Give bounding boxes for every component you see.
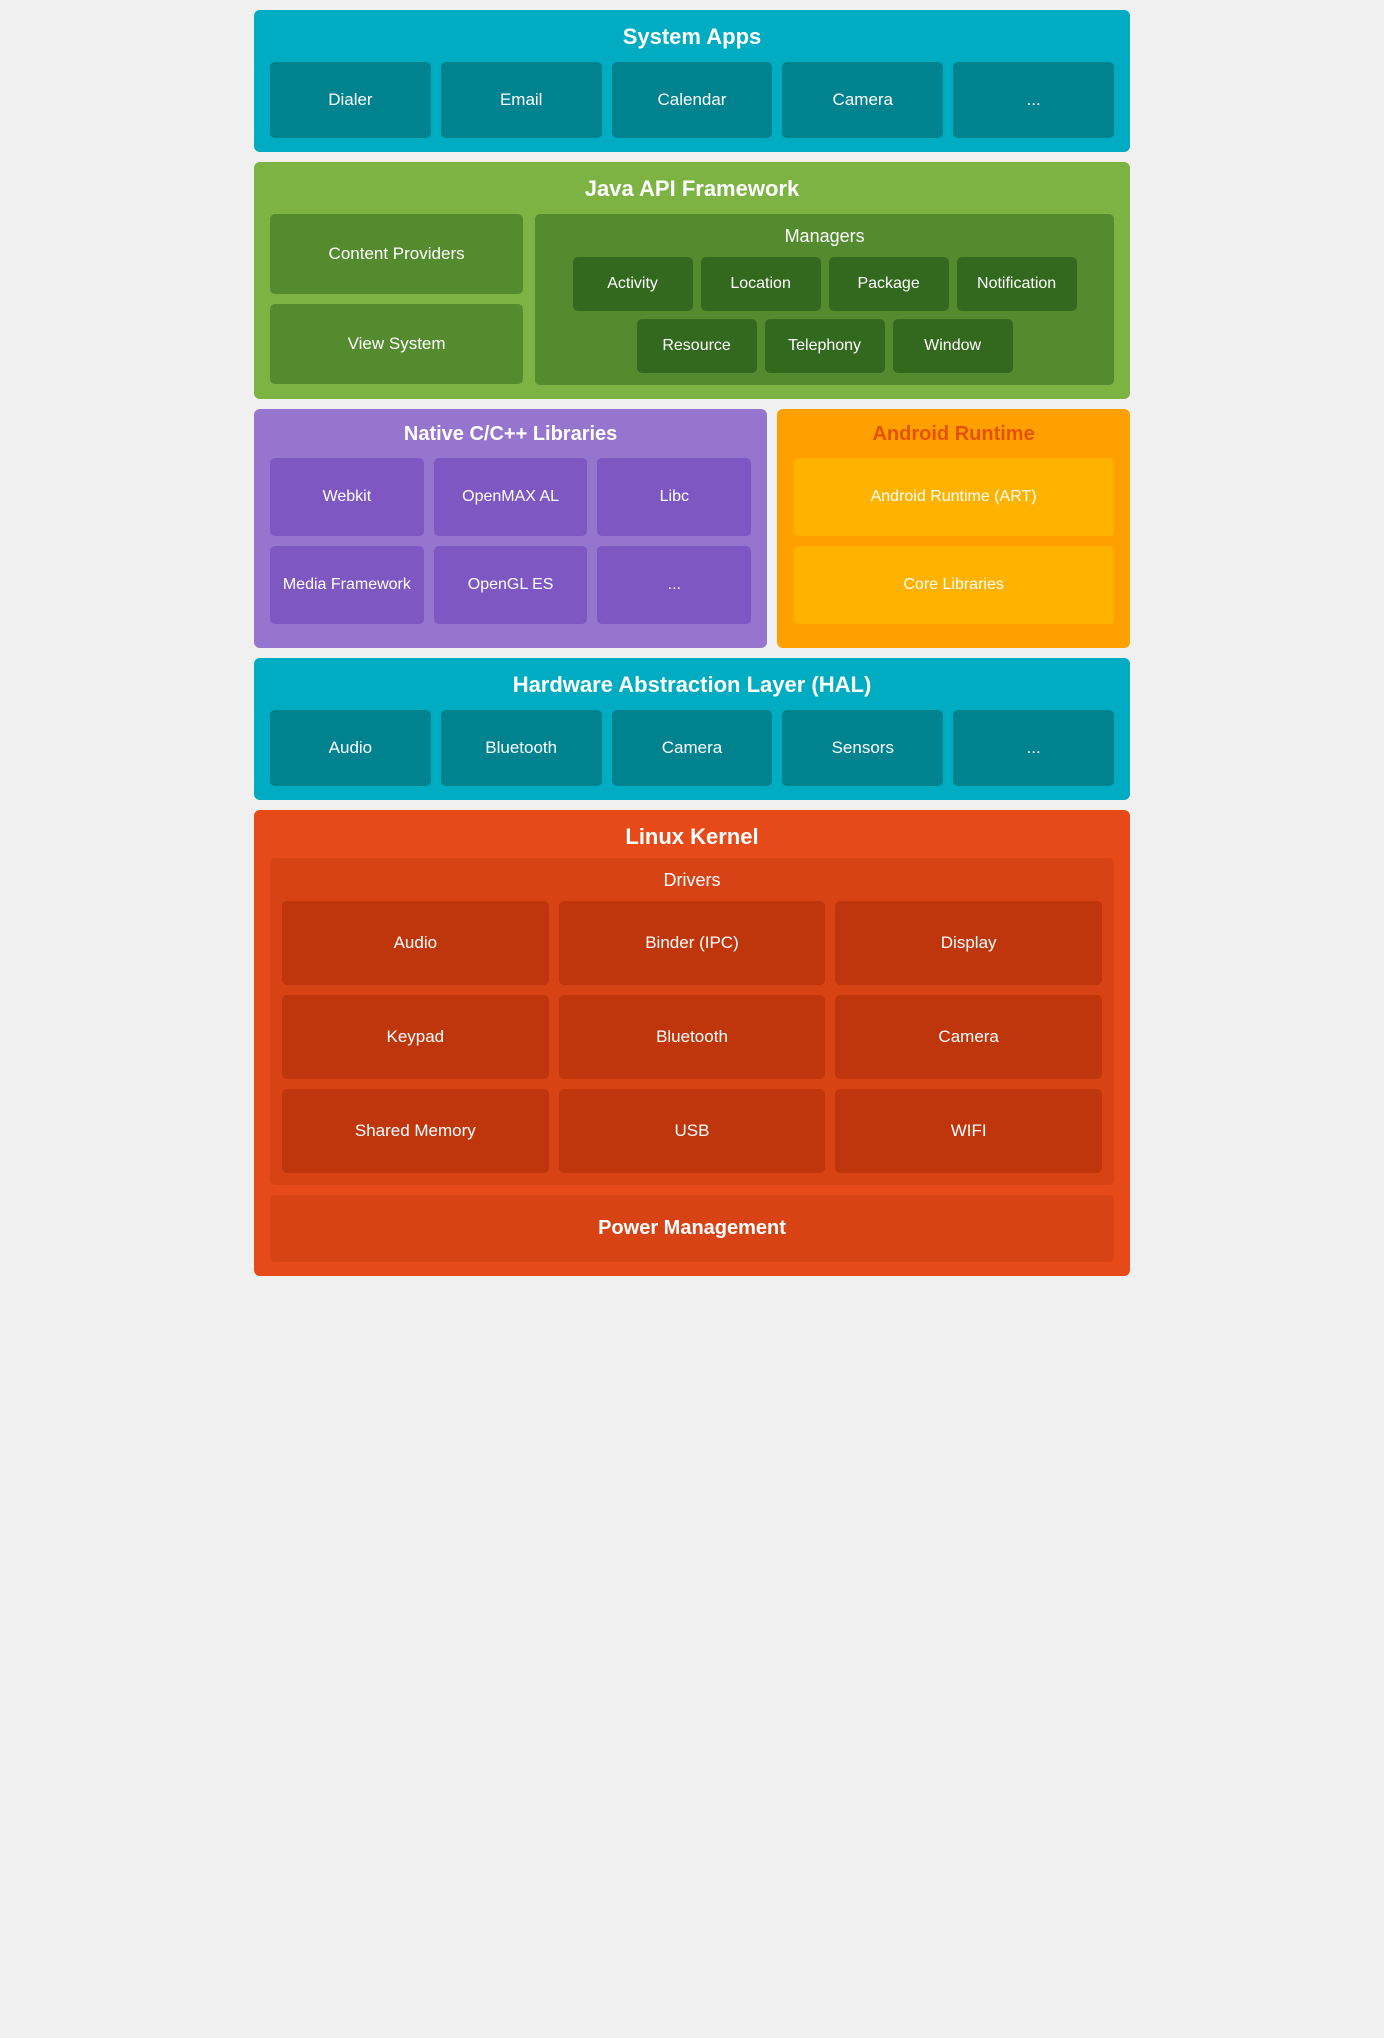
- linux-kernel-layer: Linux Kernel Drivers Audio Binder (IPC) …: [254, 810, 1130, 1276]
- manager-telephony: Telephony: [765, 319, 885, 373]
- driver-keypad: Keypad: [282, 995, 549, 1079]
- manager-resource: Resource: [637, 319, 757, 373]
- app-tile-camera: Camera: [782, 62, 943, 138]
- manager-notification: Notification: [957, 257, 1077, 311]
- native-webkit: Webkit: [270, 458, 424, 536]
- app-tile-email: Email: [441, 62, 602, 138]
- driver-usb: USB: [559, 1089, 826, 1173]
- native-opengl: OpenGL ES: [434, 546, 588, 624]
- java-api-content: Content Providers View System Managers A…: [270, 214, 1114, 385]
- hal-sensors: Sensors: [782, 710, 943, 786]
- native-openmax: OpenMAX AL: [434, 458, 588, 536]
- java-api-layer: Java API Framework Content Providers Vie…: [254, 162, 1130, 399]
- android-runtime-layer: Android Runtime Android Runtime (ART) Co…: [777, 409, 1130, 648]
- native-libs-grid: Webkit OpenMAX AL Libc Media Framework O…: [270, 458, 751, 624]
- native-libs-layer: Native C/C++ Libraries Webkit OpenMAX AL…: [254, 409, 767, 648]
- drivers-section: Drivers Audio Binder (IPC) Display Keypa…: [270, 858, 1114, 1185]
- driver-wifi: WIFI: [835, 1089, 1102, 1173]
- managers-title: Managers: [547, 226, 1102, 247]
- native-libs-title: Native C/C++ Libraries: [270, 423, 751, 446]
- manager-package: Package: [829, 257, 949, 311]
- driver-binder: Binder (IPC): [559, 901, 826, 985]
- hal-title: Hardware Abstraction Layer (HAL): [270, 672, 1114, 698]
- managers-panel: Managers Activity Location Package Notif…: [535, 214, 1114, 385]
- linux-kernel-title: Linux Kernel: [270, 824, 1114, 850]
- driver-audio: Audio: [282, 901, 549, 985]
- hal-audio: Audio: [270, 710, 431, 786]
- view-system-tile: View System: [270, 304, 523, 384]
- system-apps-grid: Dialer Email Calendar Camera ...: [270, 62, 1114, 138]
- native-more: ...: [597, 546, 751, 624]
- manager-activity: Activity: [573, 257, 693, 311]
- hal-camera: Camera: [612, 710, 773, 786]
- manager-window: Window: [893, 319, 1013, 373]
- system-apps-layer: System Apps Dialer Email Calendar Camera…: [254, 10, 1130, 152]
- native-libc: Libc: [597, 458, 751, 536]
- system-apps-title: System Apps: [270, 24, 1114, 50]
- driver-bluetooth: Bluetooth: [559, 995, 826, 1079]
- java-api-left: Content Providers View System: [270, 214, 523, 385]
- native-runtime-row: Native C/C++ Libraries Webkit OpenMAX AL…: [254, 409, 1130, 648]
- content-providers-tile: Content Providers: [270, 214, 523, 294]
- runtime-core: Core Libraries: [793, 546, 1114, 624]
- app-tile-more: ...: [953, 62, 1114, 138]
- hal-more: ...: [953, 710, 1114, 786]
- driver-display: Display: [835, 901, 1102, 985]
- manager-location: Location: [701, 257, 821, 311]
- power-management-tile: Power Management: [270, 1195, 1114, 1262]
- runtime-art: Android Runtime (ART): [793, 458, 1114, 536]
- native-media: Media Framework: [270, 546, 424, 624]
- java-api-title: Java API Framework: [270, 176, 1114, 202]
- driver-camera: Camera: [835, 995, 1102, 1079]
- android-runtime-title: Android Runtime: [793, 423, 1114, 446]
- hal-layer: Hardware Abstraction Layer (HAL) Audio B…: [254, 658, 1130, 800]
- drivers-grid: Audio Binder (IPC) Display Keypad Blueto…: [282, 901, 1102, 1173]
- drivers-title: Drivers: [282, 870, 1102, 891]
- managers-grid: Activity Location Package Notification R…: [547, 257, 1102, 373]
- app-tile-calendar: Calendar: [612, 62, 773, 138]
- driver-shared-memory: Shared Memory: [282, 1089, 549, 1173]
- app-tile-dialer: Dialer: [270, 62, 431, 138]
- hal-grid: Audio Bluetooth Camera Sensors ...: [270, 710, 1114, 786]
- hal-bluetooth: Bluetooth: [441, 710, 602, 786]
